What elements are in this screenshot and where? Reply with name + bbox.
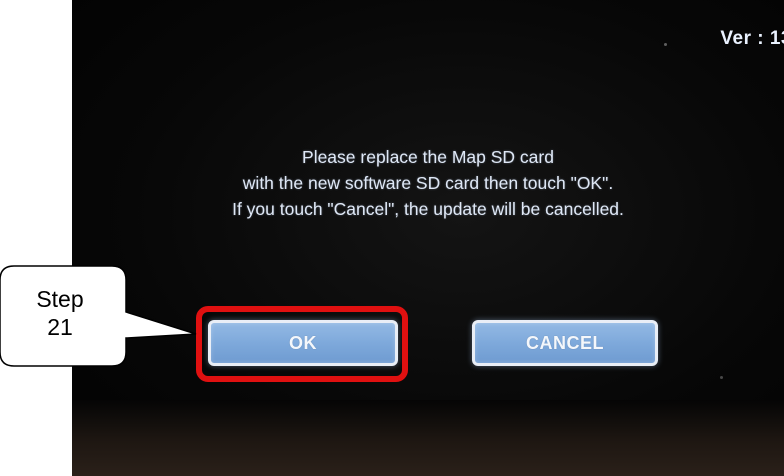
step-callout-text: Step 21 (0, 285, 120, 341)
ok-button-label: OK (289, 332, 317, 353)
screenshot-stage: Ver : 13 Please replace the Map SD card … (0, 0, 784, 476)
nav-display-screen: Ver : 13 Please replace the Map SD card … (72, 0, 784, 476)
message-line: with the new software SD card then touch… (242, 173, 614, 193)
message-line: If you touch "Cancel", the update will b… (232, 199, 624, 219)
message-line: Please replace the Map SD card (302, 147, 554, 167)
ok-button[interactable]: OK (208, 320, 398, 366)
version-label: Ver : 13 (720, 28, 784, 49)
cancel-button[interactable]: CANCEL (472, 320, 658, 366)
screen-bezel-reflection (72, 400, 784, 476)
dust-speck (664, 43, 667, 46)
callout-line: 21 (47, 314, 73, 340)
callout-line: Step (36, 286, 84, 312)
update-instruction-message: Please replace the Map SD card with the … (72, 144, 784, 222)
cancel-button-label: CANCEL (526, 332, 604, 353)
dust-speck (720, 376, 723, 379)
